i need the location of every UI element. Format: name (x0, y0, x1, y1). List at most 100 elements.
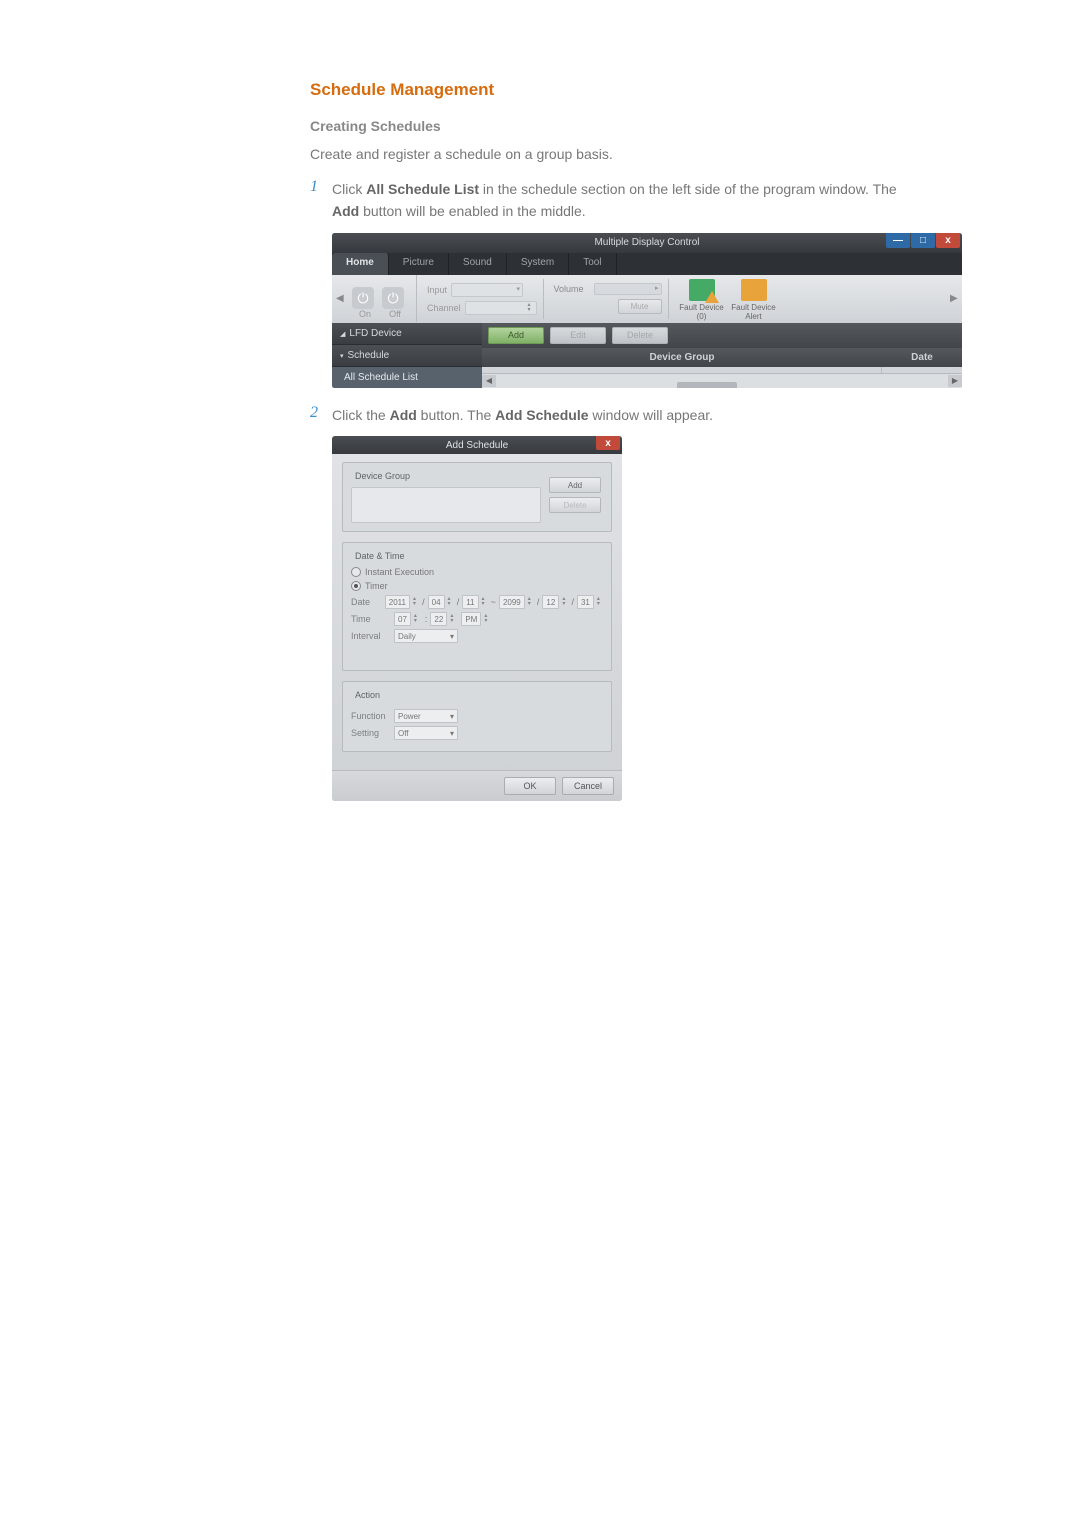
legend-action: Action (351, 690, 384, 700)
date-m1[interactable]: 04 (428, 595, 445, 609)
cancel-button[interactable]: Cancel (562, 777, 614, 795)
close-button[interactable]: x (596, 436, 620, 450)
document-page: Schedule Management Creating Schedules C… (130, 0, 950, 857)
delete-button[interactable]: Delete (612, 327, 668, 344)
triangle-down-icon: ▾ (340, 353, 344, 360)
radio-icon (351, 567, 361, 577)
mdc-tabs: Home Picture Sound System Tool (332, 253, 962, 275)
function-select[interactable]: Power▾ (394, 709, 458, 723)
fieldset-date-time: Date & Time Instant Execution Timer Date… (342, 542, 612, 671)
spinner-icon[interactable]: ▴▾ (597, 597, 603, 607)
row-date: Date 2011▴▾/ 04▴▾/ 11▴▾ ~ 2099▴▾/ 12▴▾/ … (351, 595, 603, 609)
sidebar-header-schedule[interactable]: ▾Schedule (332, 345, 482, 367)
spinner-icon[interactable]: ▴▾ (413, 597, 419, 607)
fault-alert-item[interactable]: Fault Device Alert (731, 279, 777, 321)
tab-tool[interactable]: Tool (569, 253, 616, 275)
power-on-label: On (352, 309, 378, 319)
add-button[interactable]: Add (488, 327, 544, 344)
volume-slider[interactable]: ▸ (594, 283, 662, 295)
col-date: Date (882, 348, 962, 367)
col-separator (881, 367, 882, 373)
step-number: 1 (310, 178, 332, 196)
fault-group: Fault Device (0) Fault Device Alert (673, 277, 783, 321)
interval-select[interactable]: Daily▾ (394, 629, 458, 643)
time-ampm[interactable]: PM (461, 612, 481, 626)
legend-device-group: Device Group (351, 471, 414, 481)
sidebar-header-lfd[interactable]: ◢LFD Device (332, 323, 482, 345)
spinner-icon: ▴▾ (528, 303, 536, 313)
time-h[interactable]: 07 (394, 612, 411, 626)
date-d1[interactable]: 11 (462, 595, 478, 609)
chevron-right-icon: ▸ (653, 286, 661, 292)
maximize-button[interactable]: □ (911, 233, 935, 248)
ok-button[interactable]: OK (504, 777, 556, 795)
close-button[interactable]: x (936, 233, 960, 248)
power-on-icon[interactable]: ⏻ (352, 287, 374, 309)
triangle-up-icon: ◢ (340, 331, 345, 338)
asw-title: Add Schedule (446, 440, 508, 451)
tab-home[interactable]: Home (332, 253, 389, 275)
date-y1[interactable]: 2011 (385, 595, 410, 609)
chevron-down-icon: ▾ (515, 287, 523, 293)
step-2: 2 Click the Add button. The Add Schedule… (310, 404, 910, 426)
mdc-title: Multiple Display Control (594, 237, 699, 248)
mdc-body: ◢LFD Device ▾Schedule All Schedule List … (332, 323, 962, 388)
spinner-icon[interactable]: ▴▾ (482, 597, 488, 607)
h-scrollbar[interactable]: ◀ ▶ (482, 373, 962, 388)
volume-group: Volume ▸ Mute (548, 279, 669, 319)
sidebar-item-all-schedule[interactable]: All Schedule List (332, 367, 482, 388)
spinner-icon[interactable]: ▴▾ (448, 597, 454, 607)
minimize-button[interactable]: — (886, 233, 910, 248)
spinner-icon[interactable]: ▴▾ (450, 614, 458, 624)
fieldset-device-group: Device Group Add Delete (342, 462, 612, 532)
input-label: Input (427, 285, 447, 295)
interval-label: Interval (351, 631, 391, 641)
channel-stepper[interactable]: ▴▾ (465, 301, 537, 315)
spinner-icon[interactable]: ▴▾ (484, 614, 492, 624)
asw-footer: OK Cancel (332, 770, 622, 801)
scroll-thumb[interactable] (677, 382, 737, 388)
tab-sound[interactable]: Sound (449, 253, 507, 275)
spinner-icon[interactable]: ▴▾ (528, 597, 534, 607)
date-d2[interactable]: 31 (577, 595, 594, 609)
device-group-listbox[interactable] (351, 487, 541, 523)
toolbar-next-icon[interactable]: ▶ (950, 293, 958, 304)
col-device-group: Device Group (482, 348, 882, 367)
tab-picture[interactable]: Picture (389, 253, 449, 275)
window-controls: — □ x (886, 233, 960, 248)
step-1: 1 Click All Schedule List in the schedul… (310, 178, 910, 223)
scroll-right-icon[interactable]: ▶ (948, 375, 962, 387)
section-title: Schedule Management (310, 80, 910, 100)
fault-device-item[interactable]: Fault Device (0) (679, 279, 725, 321)
schedule-list (482, 367, 962, 373)
dg-delete-button[interactable]: Delete (549, 497, 601, 513)
legend-date-time: Date & Time (351, 551, 409, 561)
spinner-icon[interactable]: ▴▾ (414, 614, 422, 624)
tab-system[interactable]: System (507, 253, 569, 275)
radio-instant[interactable]: Instant Execution (351, 567, 603, 577)
radio-timer[interactable]: Timer (351, 581, 603, 591)
mute-button[interactable]: Mute (618, 299, 662, 314)
setting-select[interactable]: Off▾ (394, 726, 458, 740)
asw-titlebar: Add Schedule x (332, 436, 622, 454)
row-time: Time 07▴▾: 22▴▾ PM▴▾ (351, 612, 603, 626)
mdc-titlebar: Multiple Display Control — □ x (332, 233, 962, 253)
mdc-window: Multiple Display Control — □ x Home Pict… (332, 233, 962, 388)
volume-label: Volume (554, 284, 590, 294)
edit-button[interactable]: Edit (550, 327, 606, 344)
power-off-icon[interactable]: ⏻ (382, 287, 404, 309)
dg-add-button[interactable]: Add (549, 477, 601, 493)
input-dropdown[interactable]: ▾ (451, 283, 523, 297)
date-m2[interactable]: 12 (542, 595, 559, 609)
mdc-main: Add Edit Delete Device Group Date ◀ ▶ (482, 323, 962, 388)
date-y2[interactable]: 2099 (499, 595, 525, 609)
spinner-icon[interactable]: ▴▾ (562, 597, 568, 607)
chevron-down-icon: ▾ (450, 712, 454, 721)
subsection-heading: Creating Schedules (310, 118, 910, 134)
time-m[interactable]: 22 (430, 612, 447, 626)
asw-body: Device Group Add Delete Date & Time Inst… (332, 454, 622, 770)
mdc-toolbar: ◀ ⏻ On ⏻ Off Input ▾ Channel ▴▾ (332, 275, 962, 323)
scroll-left-icon[interactable]: ◀ (482, 375, 496, 387)
toolbar-prev-icon[interactable]: ◀ (336, 293, 344, 304)
fault-device-icon (689, 279, 715, 301)
